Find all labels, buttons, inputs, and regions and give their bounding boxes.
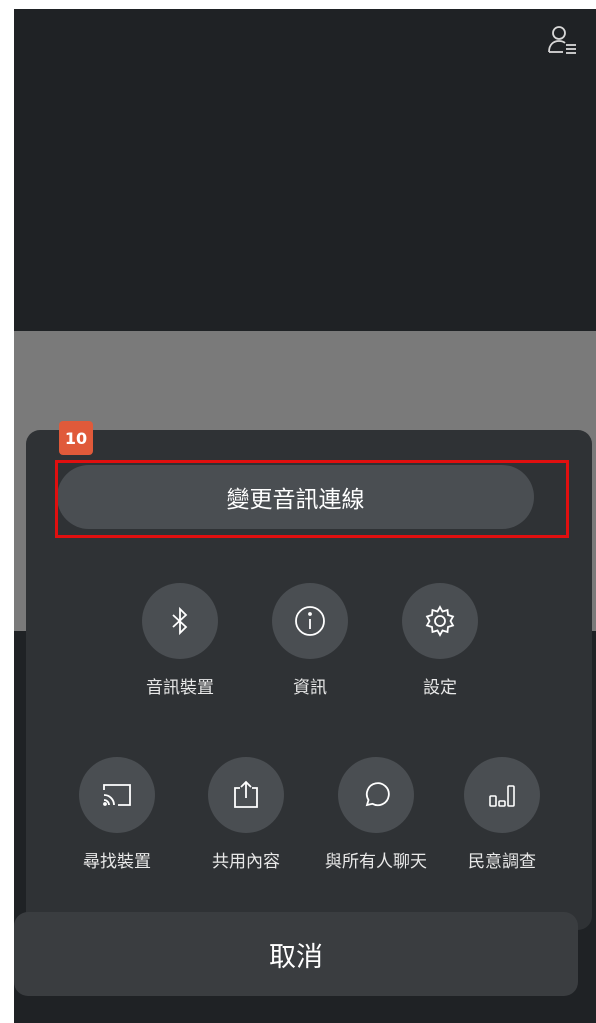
gear-icon (402, 583, 478, 659)
chat-icon (338, 757, 414, 833)
share-content-button[interactable]: 共用內容 (176, 757, 316, 872)
find-device-button[interactable]: 尋找裝置 (47, 757, 187, 872)
audio-device-button[interactable]: 音訊裝置 (110, 583, 250, 698)
share-icon (208, 757, 284, 833)
chat-everyone-button[interactable]: 與所有人聊天 (306, 757, 446, 872)
info-icon (272, 583, 348, 659)
poll-icon (464, 757, 540, 833)
find-device-label: 尋找裝置 (83, 852, 151, 872)
cancel-button[interactable]: 取消 (14, 912, 578, 996)
participants-icon[interactable] (544, 23, 580, 59)
info-label: 資訊 (293, 678, 327, 698)
video-area (14, 9, 596, 331)
settings-button[interactable]: 設定 (370, 583, 510, 698)
info-button[interactable]: 資訊 (240, 583, 380, 698)
cast-icon (79, 757, 155, 833)
poll-label: 民意調查 (468, 852, 536, 872)
chat-everyone-label: 與所有人聊天 (325, 852, 427, 872)
settings-label: 設定 (423, 678, 457, 698)
meeting-screen: 10 變更音訊連線 音訊裝置 資訊 設定 尋找裝置 共用內容 與所有人聊天 民意… (14, 9, 596, 1023)
step-badge: 10 (59, 421, 93, 455)
poll-button[interactable]: 民意調查 (432, 757, 572, 872)
bluetooth-icon (142, 583, 218, 659)
share-content-label: 共用內容 (212, 852, 280, 872)
highlight-box (55, 460, 569, 538)
audio-device-label: 音訊裝置 (146, 678, 214, 698)
